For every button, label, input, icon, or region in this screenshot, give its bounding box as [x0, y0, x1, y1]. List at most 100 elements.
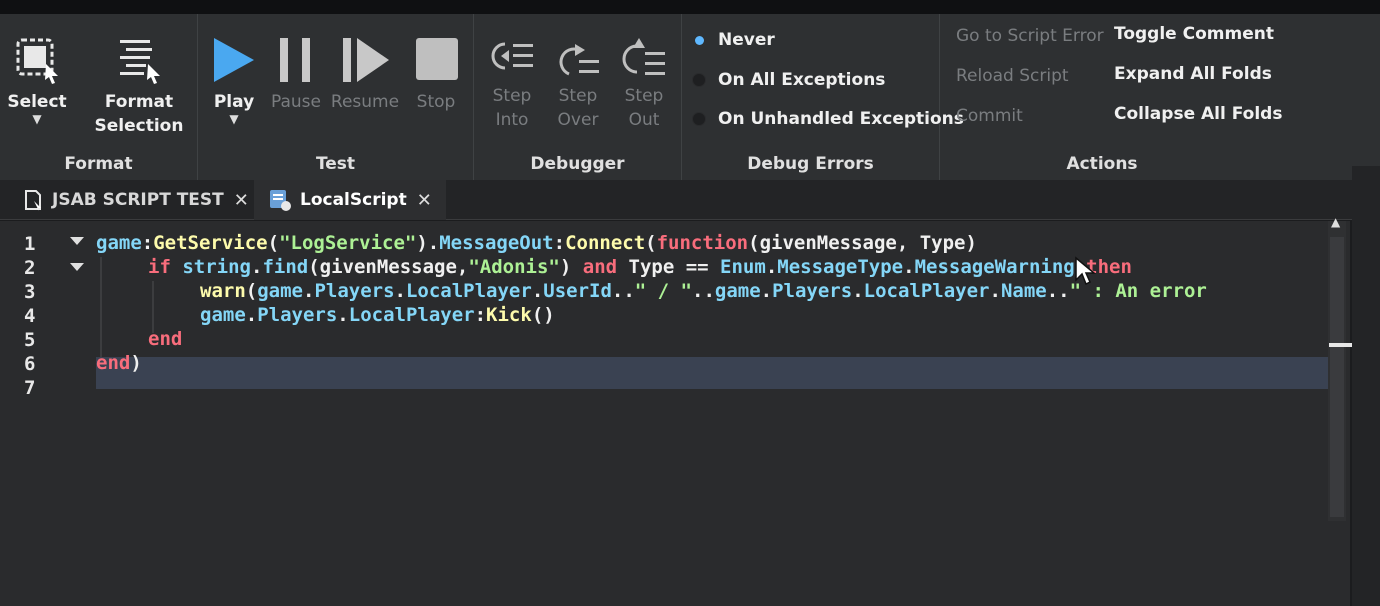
token: LocalPlayer [863, 280, 990, 302]
close-icon[interactable]: ✕ [417, 190, 432, 211]
token: ( [245, 280, 258, 302]
step-out-icon [622, 38, 665, 75]
token: and [582, 256, 618, 278]
radio-unselected-icon[interactable] [692, 73, 706, 87]
resume-button[interactable]: Resume [330, 34, 400, 114]
expand-all-folds-button[interactable]: Expand All Folds [1114, 64, 1272, 84]
close-icon[interactable]: ✕ [234, 190, 249, 211]
format-icon [120, 40, 160, 84]
token: Players [314, 280, 395, 302]
token: Kick [486, 304, 532, 326]
code-editor[interactable]: 1 2 3 4 5 6 7 game:GetService("LogServic… [0, 215, 1353, 606]
step-out-label: Step Out [624, 86, 664, 130]
token: Connect [565, 232, 646, 254]
menu-bar [0, 0, 1380, 14]
token: MessageOut [439, 232, 554, 254]
tab-jsab-script-test[interactable]: JSAB SCRIPT TEST ✕ [8, 180, 263, 220]
token: LocalPlayer [348, 304, 475, 326]
token: game [96, 232, 142, 254]
play-label: Play [213, 92, 255, 112]
fold-arrow-icon[interactable] [70, 237, 84, 245]
radio-unselected-icon[interactable] [692, 112, 706, 126]
debugger-group-label: Debugger [530, 154, 625, 174]
code-line-1[interactable]: game:GetService("LogService").MessageOut… [96, 231, 977, 255]
resume-label: Resume [330, 92, 400, 112]
token: . [250, 256, 263, 278]
pause-label: Pause [271, 92, 321, 112]
format-selection-button[interactable]: Format Selection [84, 34, 194, 138]
token: . [765, 256, 778, 278]
token: "Adonis" [468, 256, 560, 278]
token: . [852, 280, 864, 302]
collapse-all-folds-button[interactable]: Collapse All Folds [1114, 104, 1282, 124]
step-over-label: Step Over [557, 86, 599, 130]
test-group: Play ▼ Pause Resume Stop Test [198, 14, 474, 180]
code-line-3[interactable]: warn(game.Players.LocalPlayer.UserId.." … [200, 279, 1207, 303]
token: ) [559, 256, 583, 278]
code-line-4[interactable]: game.Players.LocalPlayer:Kick() [200, 303, 555, 327]
tab-label: LocalScript [300, 190, 407, 210]
line-number-gutter: 1 2 3 4 5 6 7 [0, 221, 92, 606]
step-into-button[interactable]: Step Into [484, 36, 540, 132]
scroll-up-icon[interactable]: ▲ [1331, 215, 1340, 229]
side-panel-edge [1352, 166, 1380, 606]
format-group: Select ▼ Format Selection Format [0, 14, 198, 180]
current-line-highlight [96, 357, 1328, 389]
test-group-label: Test [315, 154, 356, 174]
token: string [182, 256, 251, 278]
chevron-down-icon[interactable]: ▼ [210, 113, 258, 125]
stop-icon [416, 38, 458, 80]
debug-errors-group-label: Debug Errors [747, 154, 874, 174]
token: Players [772, 280, 853, 302]
token: : [141, 232, 154, 254]
code-line-6[interactable]: end) [96, 351, 142, 375]
toggle-comment-button[interactable]: Toggle Comment [1114, 24, 1274, 44]
select-icon [16, 38, 58, 84]
token: game [200, 304, 246, 326]
indent-guide [100, 257, 102, 357]
line-number: 5 [24, 329, 36, 351]
play-icon [214, 38, 254, 82]
token: (givenMessage, [308, 256, 469, 278]
commit-button[interactable]: Commit [956, 106, 1023, 126]
select-button[interactable]: Select ▼ [4, 34, 70, 125]
mouse-cursor-icon [1075, 256, 1096, 286]
radio-on-unhandled-exceptions[interactable]: On Unhandled Exceptions [692, 109, 964, 129]
token: Players [257, 304, 338, 326]
token: Enum [720, 256, 766, 278]
code-line-2[interactable]: if string.find(givenMessage,"Adonis") an… [148, 255, 1132, 279]
reload-script-button[interactable]: Reload Script [956, 66, 1069, 86]
token: UserId [543, 280, 612, 302]
script-icon [25, 190, 41, 211]
play-button[interactable]: Play ▼ [210, 34, 258, 125]
vertical-scrollbar[interactable]: ▲ [1328, 215, 1346, 521]
token: ( [267, 232, 280, 254]
pause-button[interactable]: Pause [268, 34, 324, 114]
token: if [148, 256, 171, 278]
step-over-button[interactable]: Step Over [550, 36, 606, 132]
token: .. [692, 280, 715, 302]
token: () [531, 304, 555, 326]
token: .. [1046, 280, 1070, 302]
actions-group-label: Actions [1066, 154, 1138, 174]
step-into-label: Step Into [492, 86, 532, 130]
debugger-group: Step Into Step Over Step Out Debugger [474, 14, 682, 180]
line-number: 4 [24, 305, 36, 327]
chevron-down-icon[interactable]: ▼ [4, 113, 70, 125]
token: " / " [634, 280, 692, 302]
radio-on-unhandled-label: On Unhandled Exceptions [718, 109, 964, 129]
tab-localscript[interactable]: LocalScript ✕ [254, 180, 446, 220]
radio-on-all-exceptions[interactable]: On All Exceptions [692, 70, 885, 90]
radio-selected-icon[interactable] [692, 33, 706, 47]
radio-never[interactable]: Never [692, 30, 775, 50]
scrollbar-thumb[interactable] [1330, 237, 1344, 517]
step-out-button[interactable]: Step Out [616, 36, 672, 132]
line-number: 6 [24, 353, 36, 375]
scrollbar-position-marker [1329, 343, 1353, 347]
code-line-5[interactable]: end [148, 327, 182, 351]
stop-button[interactable]: Stop [406, 34, 466, 114]
go-to-script-error-button[interactable]: Go to Script Error [956, 26, 1104, 46]
token: MessageType [777, 256, 904, 278]
fold-arrow-icon[interactable] [70, 263, 84, 271]
token: . [394, 280, 406, 302]
